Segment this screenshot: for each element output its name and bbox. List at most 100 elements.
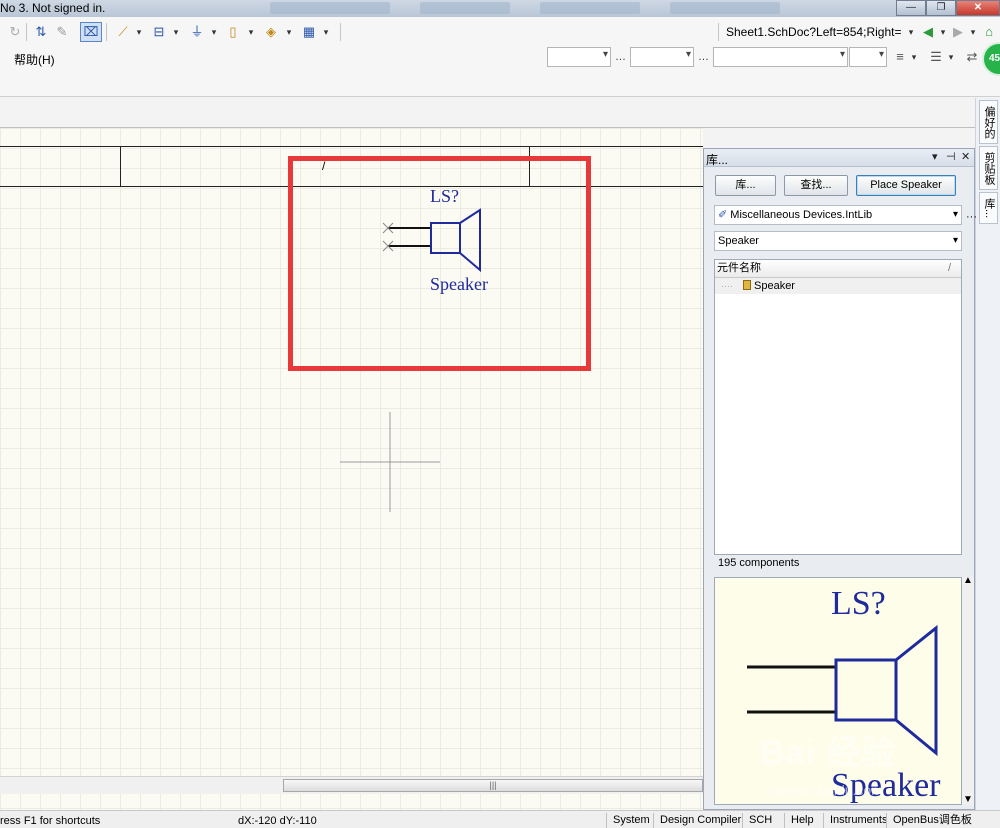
side-panel-tabs: 偏好的 剪贴板 库... bbox=[975, 98, 1000, 810]
window-controls: — ❐ ✕ bbox=[896, 0, 1000, 17]
title-block-divider bbox=[120, 147, 121, 187]
filter-combo-3[interactable] bbox=[713, 47, 848, 67]
watermark-url: jingyan.baidu.com bbox=[770, 782, 883, 798]
chevron-down-icon[interactable]: ▼ bbox=[963, 794, 973, 805]
back-icon[interactable]: ◀ bbox=[920, 23, 936, 41]
swap-icon[interactable]: ⇄ bbox=[964, 48, 980, 66]
chevron-down-icon: ▾ bbox=[952, 209, 958, 220]
status-tab-openbus[interactable]: OpenBus调色板 bbox=[886, 813, 978, 828]
sort-arrows-icon[interactable]: ⇅ bbox=[32, 23, 50, 41]
taskbar-blur bbox=[420, 2, 510, 14]
speaker-symbol[interactable]: LS? Speaker bbox=[370, 180, 530, 310]
filter-value: Speaker bbox=[718, 235, 759, 247]
taskbar-blur bbox=[670, 2, 780, 14]
speaker-cone bbox=[459, 208, 481, 273]
close-icon[interactable]: ✕ bbox=[961, 150, 970, 163]
redo-icon[interactable]: ↻ bbox=[8, 23, 22, 41]
preview-scrollbar[interactable]: ▲ ▼ bbox=[962, 575, 974, 805]
component-list: 元件名称 / ···· Speaker bbox=[714, 259, 962, 555]
window-title: No 3. Not signed in. bbox=[0, 1, 106, 15]
filter-combo-4[interactable] bbox=[849, 47, 887, 67]
chevron-down-icon[interactable]: ▾ bbox=[134, 23, 144, 41]
tree-line: ···· bbox=[721, 281, 733, 291]
watermark-logo: Bai 经验 bbox=[760, 734, 897, 772]
chevron-down-icon[interactable]: ▾ bbox=[938, 23, 948, 41]
filter-field[interactable]: Speaker ▾ bbox=[714, 231, 962, 251]
place-button[interactable]: Place Speaker bbox=[856, 175, 956, 196]
panel-menu-icon[interactable]: ▾ bbox=[932, 150, 938, 163]
port-icon[interactable]: ◈ bbox=[262, 23, 280, 41]
chevron-down-icon[interactable]: ▾ bbox=[284, 23, 294, 41]
sort-icon: / bbox=[947, 262, 951, 274]
chevron-up-icon[interactable]: ▲ bbox=[963, 575, 973, 586]
chevron-down-icon[interactable]: ▾ bbox=[909, 48, 919, 66]
restore-icon[interactable]: ❐ bbox=[926, 0, 956, 16]
component-icon bbox=[743, 280, 751, 290]
chevron-down-icon[interactable]: ▾ bbox=[906, 23, 916, 41]
toolbar-separator bbox=[340, 23, 341, 41]
status-bar: ress F1 for shortcuts dX:-120 dY:-110 Sy… bbox=[0, 810, 1000, 828]
minimize-icon[interactable]: — bbox=[896, 0, 926, 16]
bus-tool-icon[interactable]: ⊟ bbox=[150, 23, 168, 41]
search-button[interactable]: 查找... bbox=[784, 175, 848, 196]
toolbar-separator bbox=[718, 23, 719, 41]
preview-speaker-body bbox=[834, 658, 898, 722]
chevron-down-icon[interactable]: ▾ bbox=[246, 23, 256, 41]
more-icon[interactable]: ··· bbox=[966, 211, 977, 223]
component-select-icon[interactable]: ⌧ bbox=[80, 22, 102, 42]
symbol-comment: Speaker bbox=[430, 274, 488, 294]
column-header[interactable]: 元件名称 / bbox=[715, 260, 961, 278]
wire-tool-icon[interactable]: ⟋ bbox=[114, 23, 132, 41]
pin-icon[interactable]: ⊣ bbox=[946, 150, 956, 163]
filter-combo-1[interactable] bbox=[547, 47, 611, 67]
address-field[interactable]: Sheet1.SchDoc?Left=854;Right= bbox=[726, 25, 901, 39]
status-tab-help[interactable]: Help bbox=[784, 813, 820, 828]
chevron-down-icon[interactable]: ▾ bbox=[209, 23, 219, 41]
column-header-label: 元件名称 bbox=[717, 262, 761, 274]
library-panel: 库... ▾ ⊣ ✕ 库... 查找... Place Speaker ✐ Mi… bbox=[703, 148, 977, 810]
forward-icon[interactable]: ▶ bbox=[950, 23, 966, 41]
tab-libraries[interactable]: 库... bbox=[979, 192, 998, 224]
chevron-down-icon: ▾ bbox=[952, 235, 958, 246]
more-icon[interactable]: … bbox=[615, 51, 626, 63]
status-tab-sch[interactable]: SCH bbox=[742, 813, 778, 828]
panel-header: 库... ▾ ⊣ ✕ bbox=[704, 149, 974, 167]
toolbar-row: ↻ ⇅ ✎ ⌧ ⟋ ▾ ⊟ ▾ ⏚ ▾ ▯ ▾ ◈ ▾ ▦ ▾ Sheet1.S… bbox=[0, 20, 1000, 44]
status-delta: dX:-120 dY:-110 bbox=[238, 815, 317, 827]
menu-help[interactable]: 帮助(H) bbox=[14, 51, 55, 68]
home-icon[interactable]: ⌂ bbox=[980, 23, 998, 41]
chevron-down-icon[interactable]: ▾ bbox=[171, 23, 181, 41]
horizontal-scrollbar[interactable]: ||| bbox=[0, 776, 703, 794]
more-icon[interactable]: … bbox=[698, 51, 709, 63]
main-toolbar: ↻ ⇅ ✎ ⌧ ⟋ ▾ ⊟ ▾ ⏚ ▾ ▯ ▾ ◈ ▾ ▦ ▾ Sheet1.S… bbox=[0, 17, 1000, 97]
filter-combo-2[interactable] bbox=[630, 47, 694, 67]
speaker-body bbox=[430, 222, 461, 254]
close-icon[interactable]: ✕ bbox=[956, 0, 1000, 16]
crosshair-cursor bbox=[340, 412, 440, 512]
symbol-designator: LS? bbox=[430, 186, 459, 206]
dash-lines-icon[interactable]: ☰ bbox=[928, 48, 944, 66]
chevron-down-icon[interactable]: ▾ bbox=[968, 23, 978, 41]
component-count: 195 components bbox=[718, 557, 800, 569]
ground-icon[interactable]: ⏚ bbox=[188, 23, 206, 41]
libraries-button[interactable]: 库... bbox=[715, 175, 776, 196]
power-port-icon[interactable]: ▯ bbox=[226, 23, 240, 41]
pen-icon[interactable]: ✎ bbox=[54, 23, 70, 41]
status-tab-system[interactable]: System bbox=[606, 813, 656, 828]
grid-icon[interactable]: ▦ bbox=[300, 23, 318, 41]
status-tab-design-compiler[interactable]: Design Compiler bbox=[653, 813, 747, 828]
library-select[interactable]: ✐ Miscellaneous Devices.IntLib ▾ bbox=[714, 205, 962, 225]
chevron-down-icon[interactable]: ▾ bbox=[946, 48, 956, 66]
status-hint: ress F1 for shortcuts bbox=[0, 815, 101, 827]
preview-designator: LS? bbox=[831, 585, 886, 622]
title-bar: No 3. Not signed in. — ❐ ✕ bbox=[0, 0, 1000, 17]
tab-favorites[interactable]: 偏好的 bbox=[979, 100, 998, 144]
status-tab-instruments[interactable]: Instruments bbox=[823, 813, 893, 828]
document-tab-strip bbox=[0, 98, 975, 128]
lines-icon[interactable]: ≡ bbox=[892, 48, 908, 66]
scrollbar-thumb[interactable]: ||| bbox=[283, 779, 703, 792]
taskbar-blur bbox=[270, 2, 390, 14]
list-item[interactable]: ···· Speaker bbox=[715, 278, 961, 294]
chevron-down-icon[interactable]: ▾ bbox=[321, 23, 331, 41]
tab-clipboard[interactable]: 剪贴板 bbox=[979, 146, 998, 190]
